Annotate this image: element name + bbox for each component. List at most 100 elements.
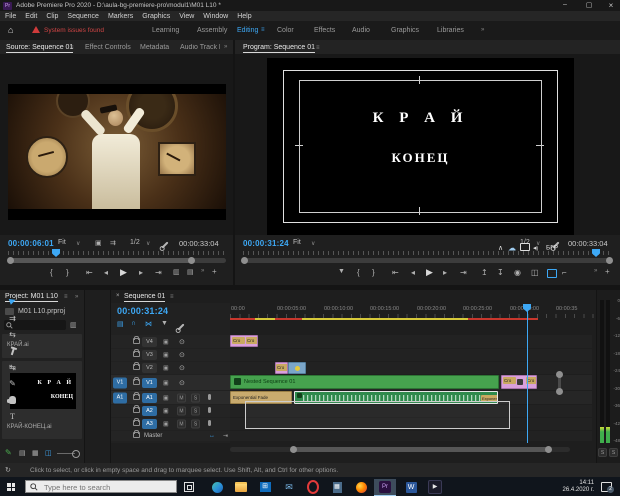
list-view-icon[interactable]: ▤ [19, 449, 26, 457]
program-scrollbar-left-handle[interactable] [241, 257, 248, 264]
workspace-overflow-icon[interactable]: » [481, 27, 484, 33]
add-marker-button[interactable]: ▼ [338, 268, 345, 275]
menu-help[interactable]: Help [237, 13, 251, 20]
track-lock-icon[interactable] [133, 364, 140, 372]
microsoft-store-icon[interactable]: ⊞ [254, 479, 276, 495]
source-tab-overflow-icon[interactable]: » [224, 44, 227, 50]
graphic-clip-v2[interactable]: Cro [275, 362, 288, 374]
pen-tool[interactable]: ✎ [0, 379, 25, 388]
status-refresh-icon[interactable]: ↻ [5, 466, 11, 474]
voiceover-mic-icon[interactable] [208, 407, 211, 415]
timeline-v-top-handle[interactable] [556, 371, 563, 378]
program-scrollbar[interactable] [243, 258, 612, 263]
track-name-v2[interactable]: V2 [142, 363, 157, 373]
sync-lock-icon[interactable]: ▣ [163, 365, 169, 372]
program-scrollbar-right-handle[interactable] [606, 257, 613, 264]
tab-audio-track-mixer[interactable]: Audio Track Mix [180, 44, 220, 51]
close-button[interactable]: × [602, 1, 620, 10]
menu-markers[interactable]: Markers [108, 13, 133, 20]
track-select-forward-tool[interactable]: ⇉ [0, 314, 25, 323]
program-step-forward-button[interactable]: ▸ [443, 268, 447, 277]
sync-lock-icon[interactable]: ▣ [163, 379, 169, 386]
project-zoom-handle[interactable] [72, 450, 80, 458]
track-output-eye-icon[interactable]: ⊙ [179, 338, 185, 346]
source-scrollbar-thumb[interactable] [10, 258, 192, 263]
menu-window[interactable]: Window [203, 13, 228, 20]
track-lock-icon[interactable] [133, 420, 140, 428]
menu-sequence[interactable]: Sequence [67, 13, 99, 20]
slip-tool[interactable]: ↹ [0, 363, 25, 372]
track-name-v3[interactable]: V3 [142, 350, 157, 360]
overwrite-button[interactable]: ▤ [187, 268, 194, 276]
network-display-icon[interactable] [520, 243, 530, 253]
nest-toggle-icon[interactable]: ▤ [117, 320, 124, 328]
search-filter-icon[interactable]: ▥ [70, 321, 77, 329]
adjustment-clip-v2[interactable] [288, 362, 306, 374]
handle-bottom[interactable] [419, 207, 420, 215]
go-to-out-button[interactable]: ⇥ [155, 268, 162, 277]
home-icon[interactable]: ⌂ [8, 25, 13, 35]
source-resolution-select[interactable]: 1/2 [130, 239, 140, 246]
workspace-assembly[interactable]: Assembly [197, 27, 227, 34]
track-output-eye-icon[interactable]: ⊙ [179, 379, 185, 387]
program-panel-menu-icon[interactable]: ≡ [316, 45, 320, 51]
source-transport-overflow-icon[interactable]: » [201, 268, 204, 274]
mark-in-button[interactable]: { [50, 268, 53, 277]
lift-button[interactable]: ↥ [481, 268, 488, 277]
program-step-back-button[interactable]: ◂ [411, 268, 415, 277]
handle-top[interactable] [419, 76, 420, 84]
source-scrub-ruler[interactable] [8, 251, 226, 255]
track-name-a2[interactable]: A2 [142, 406, 157, 416]
mute-button[interactable]: M [177, 393, 186, 402]
hand-tool[interactable] [0, 396, 25, 406]
media-app-icon[interactable]: ▶ [424, 479, 446, 495]
calculator-icon[interactable]: ▦ [326, 479, 348, 495]
go-to-in-button[interactable]: ⇤ [86, 268, 93, 277]
drag-audio-icon[interactable]: ⇉ [110, 239, 116, 247]
edge-icon[interactable] [206, 479, 228, 495]
timeline-h-left-handle[interactable] [290, 446, 297, 453]
timeline-ruler[interactable]: 00:00 00:00:05:00 00:00:10:00 00:00:15:0… [230, 303, 596, 318]
program-add-button[interactable]: + [605, 267, 610, 276]
menu-edit[interactable]: Edit [25, 13, 37, 20]
timeline-playhead-line[interactable] [527, 311, 528, 443]
track-name-v4[interactable]: V4 [142, 337, 157, 347]
step-forward-button[interactable]: ▸ [139, 268, 143, 277]
tab-program[interactable]: Program: Sequence 01 [243, 44, 315, 53]
timeline-settings-wrench-icon[interactable] [177, 323, 185, 330]
icon-view-icon[interactable]: ▦ [32, 449, 39, 457]
track-output-eye-icon[interactable]: ⊙ [179, 351, 185, 359]
solo-button[interactable]: S [191, 393, 200, 402]
menu-view[interactable]: View [179, 13, 194, 20]
multi-camera-button[interactable]: ⌐ [562, 268, 567, 277]
project-tab-overflow-icon[interactable]: » [75, 294, 78, 300]
firefox-icon[interactable] [350, 479, 372, 495]
timeline-h-scrollbar-thumb[interactable] [293, 447, 549, 452]
track-lock-icon[interactable] [133, 407, 140, 415]
project-file-name[interactable]: M01 L10.prproj [18, 308, 65, 315]
solo-button[interactable]: S [191, 407, 200, 416]
workspace-editing[interactable]: Editing [237, 27, 258, 34]
source-panel-menu-icon[interactable]: ≡ [70, 45, 74, 51]
source-scrollbar-left-handle[interactable] [7, 257, 14, 264]
program-zoom-select[interactable]: Fit [293, 239, 301, 246]
track-name-a1[interactable]: A1 [142, 393, 157, 403]
transition-cross-dissolve[interactable]: Cro [246, 337, 258, 344]
source-add-button[interactable]: + [212, 267, 217, 276]
type-tool[interactable]: T [0, 412, 25, 421]
mute-button[interactable]: M [177, 407, 186, 416]
project-panel-menu-icon[interactable]: ≡ [64, 294, 68, 300]
sync-lock-icon[interactable]: ▣ [163, 421, 169, 428]
track-output-eye-icon[interactable]: ⊙ [179, 364, 185, 372]
project-writable-pen-icon[interactable]: ✎ [5, 448, 12, 457]
track-lock-icon[interactable] [133, 432, 140, 440]
transform-handles-rect[interactable] [299, 80, 542, 213]
program-transport-overflow-icon[interactable]: » [594, 268, 597, 274]
word-icon[interactable]: W [400, 479, 422, 495]
nested-sequence-clip[interactable]: Nested Sequence 01 [230, 375, 499, 389]
program-go-to-in-button[interactable]: ⇤ [392, 268, 399, 277]
transition-cross-dissolve[interactable]: Cro [503, 377, 516, 384]
tab-metadata[interactable]: Metadata [140, 44, 169, 51]
sync-lock-icon[interactable]: ▣ [163, 408, 169, 415]
source-zoom-select[interactable]: Fit [58, 239, 66, 246]
